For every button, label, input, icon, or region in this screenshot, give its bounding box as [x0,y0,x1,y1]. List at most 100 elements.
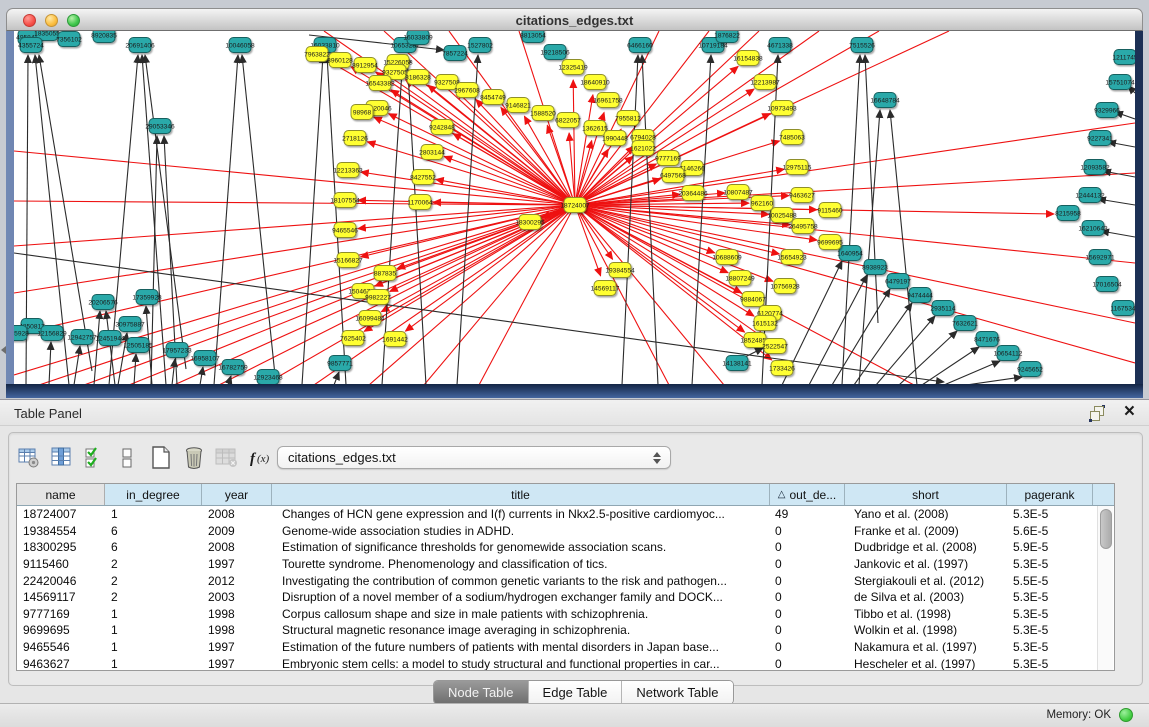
network-node[interactable]: 12451944 [95,331,125,346]
network-node[interactable]: 9857771 [327,356,353,371]
network-node[interactable]: 8938923 [862,260,888,275]
network-node[interactable]: 16154838 [733,51,763,66]
close-panel-icon[interactable]: × [1124,401,1135,423]
network-node[interactable]: 7857224 [442,46,468,61]
column-header-out_degree[interactable]: △out_de... [770,484,845,505]
network-node[interactable]: 1527802 [467,38,493,53]
column-header-in_degree[interactable]: in_degree [105,484,202,505]
network-node[interactable]: 20691406 [125,38,155,53]
network-node[interactable]: 12213987 [750,75,780,90]
network-node[interactable]: 14138141 [722,356,752,371]
splitter-collapse-arrow[interactable] [1,346,6,354]
network-node[interactable]: 16543382 [365,76,395,91]
network-node[interactable]: 15166827 [333,253,363,268]
network-node[interactable]: 9474444 [907,288,933,303]
network-node[interactable]: 7485063 [779,130,805,145]
table-row[interactable]: 969969511998Structural magnetic resonanc… [17,622,1114,639]
function-builder-icon[interactable]: f(x) [248,446,272,470]
tab-node-table[interactable]: Node Table [434,681,528,704]
network-node[interactable]: 7515526 [849,38,875,53]
network-node[interactable]: 15654923 [777,250,807,265]
network-node[interactable]: 1691442 [382,332,408,347]
table-row[interactable]: 1830029562008Estimation of significance … [17,539,1114,556]
network-node[interactable]: 10807487 [723,185,753,200]
network-node[interactable]: 887835 [374,266,396,281]
network-node[interactable]: 16958107 [190,351,220,366]
network-node[interactable]: 6497568 [660,168,686,183]
network-node[interactable]: 26495758 [788,219,818,234]
network-node[interactable]: 1211745 [1112,50,1135,65]
table-row[interactable]: 946362711997Embryonic stem cells: a mode… [17,655,1114,671]
network-node[interactable]: 3315928 [14,326,29,341]
network-node[interactable]: 12444132 [1075,188,1105,203]
network-node[interactable]: 17016504 [1092,277,1122,292]
network-node[interactable]: 16099484 [355,311,385,326]
tab-network-table[interactable]: Network Table [621,681,732,704]
network-node[interactable]: 1621022 [630,141,656,156]
network-node[interactable]: 1876822 [714,31,740,43]
network-node[interactable]: 17957233 [162,343,192,358]
table-vertical-scrollbar[interactable] [1097,506,1113,670]
network-node[interactable]: 9329966 [1094,103,1120,118]
network-node[interactable]: 4355724 [18,38,44,53]
select-columns-icon[interactable] [50,446,74,470]
network-node[interactable]: 9884067 [740,292,766,307]
network-node[interactable]: 9465546 [332,223,358,238]
memory-status-indicator[interactable] [1119,708,1133,722]
network-node[interactable]: 16033809 [403,31,433,45]
network-node[interactable]: 962160 [751,196,773,211]
column-header-short[interactable]: short [845,484,1007,505]
network-node[interactable]: 6822057 [555,113,581,128]
network-node[interactable]: 7625402 [340,331,366,346]
network-node[interactable]: 18107554 [330,193,360,208]
table-settings-icon[interactable] [17,446,41,470]
network-node[interactable]: 12213363 [333,163,363,178]
create-new-table-icon[interactable] [149,446,173,470]
table-row[interactable]: 946554611997Estimation of the future num… [17,639,1114,656]
table-row[interactable]: 977716911998Corpus callosum shape and si… [17,606,1114,623]
network-node[interactable]: 1588520 [530,106,556,121]
column-header-name[interactable]: name [17,484,105,505]
network-node[interactable]: 9982227 [365,290,391,305]
network-node[interactable]: 9777169 [655,151,681,166]
network-node[interactable]: 19218506 [540,45,570,60]
network-node[interactable]: 18724007 [560,198,590,213]
network-node[interactable]: 2803144 [419,145,445,160]
column-header-year[interactable]: year [202,484,272,505]
network-node[interactable]: 12923468 [253,370,283,385]
network-node[interactable]: 1170064 [407,195,433,210]
network-node[interactable]: 9463627 [789,188,815,203]
network-node[interactable]: 18300295 [515,215,545,230]
network-node[interactable]: 2522547 [762,339,788,354]
network-node[interactable]: 9227341 [1087,131,1113,146]
network-node[interactable]: 8471676 [974,332,1000,347]
select-all-rows-icon[interactable] [83,446,107,470]
network-node[interactable]: 9245652 [1017,362,1043,377]
network-node[interactable]: 10756928 [770,279,800,294]
network-node[interactable]: 20206576 [88,295,118,310]
network-node[interactable]: 15692971 [1085,250,1115,265]
network-node[interactable]: 9242848 [429,120,455,135]
network-node[interactable]: 98968 [351,105,373,120]
network-node[interactable]: 12325419 [558,60,588,75]
column-header-pagerank[interactable]: pagerank [1007,484,1093,505]
network-node[interactable]: 10973493 [767,101,797,116]
network-node[interactable]: 1990448 [602,131,628,146]
table-row[interactable]: 1938455462009Genome-wide association stu… [17,523,1114,540]
network-node[interactable]: 8186328 [405,70,431,85]
network-node[interactable]: 19384554 [605,263,635,278]
network-node[interactable]: 20364486 [678,186,708,201]
network-node[interactable]: 29053346 [145,119,175,134]
network-node[interactable]: 14569117 [591,281,620,296]
table-selector-dropdown[interactable]: citations_edges.txt [277,446,671,469]
network-node[interactable]: 10654112 [994,346,1023,361]
network-node[interactable]: 12505185 [123,338,153,353]
network-node[interactable]: 2967608 [454,83,480,98]
network-node[interactable]: 6466160 [627,38,653,53]
network-node[interactable]: 16961758 [593,93,623,108]
scrollbar-thumb[interactable] [1100,509,1112,549]
network-node[interactable]: 8912954 [352,58,378,73]
network-node[interactable]: 15751074 [1105,75,1135,90]
network-node[interactable]: 16648784 [870,93,900,108]
network-node[interactable]: 9115460 [817,203,843,218]
